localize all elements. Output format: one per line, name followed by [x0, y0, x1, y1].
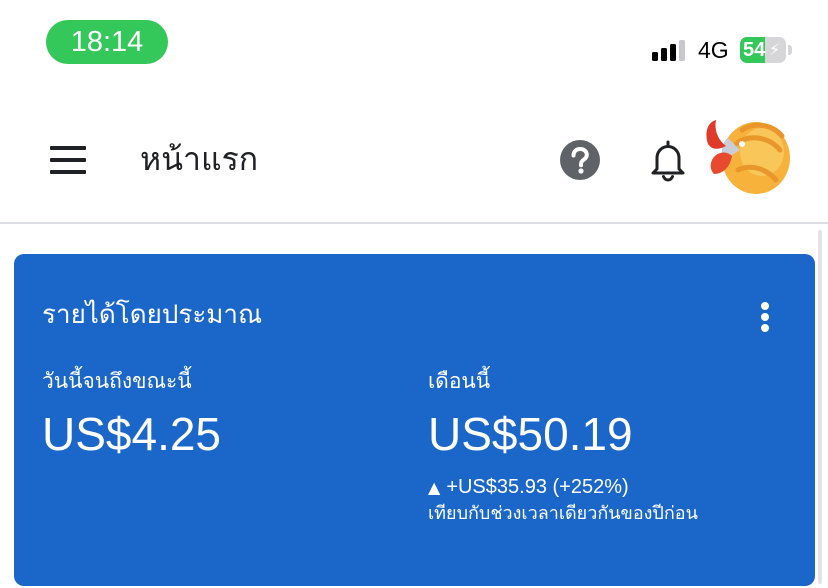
month-change-text: +US$35.93 (+252%): [446, 476, 629, 498]
estimated-earnings-card[interactable]: รายได้โดยประมาณ วันนี้จนถึงขณะนี้ US$4.2…: [14, 254, 815, 586]
battery-level: 54: [743, 39, 766, 61]
more-dot: [761, 324, 769, 332]
more-vertical-icon[interactable]: [750, 298, 780, 334]
battery-indicator: 54 ⚡︎: [740, 37, 792, 63]
menu-line: [50, 146, 86, 150]
card-title: รายได้โดยประมาณ: [42, 300, 263, 330]
hamburger-menu-icon[interactable]: [44, 142, 92, 178]
menu-line: [50, 158, 86, 162]
status-time: 18:14: [46, 20, 168, 64]
today-earnings-value: US$4.25: [42, 408, 222, 460]
triangle-up-icon: ▲: [428, 478, 441, 497]
network-type: 4G: [698, 37, 729, 63]
help-circle-icon[interactable]: [558, 138, 602, 182]
month-change: ▲ +US$35.93 (+252%): [428, 474, 629, 501]
comparison-note: เทียบกับช่วงเวลาเดียวกันของปีก่อน: [428, 503, 698, 524]
status-bar: 18:14 4G 54 ⚡︎: [0, 0, 828, 88]
battery-tip: [788, 45, 792, 55]
more-dot: [761, 313, 769, 321]
month-label: เดือนนี้: [428, 369, 491, 393]
more-dot: [761, 302, 769, 310]
app-screen: 18:14 4G 54 ⚡︎ หน้าแรก รายได้โดยประมาณ ว…: [0, 0, 828, 588]
scrollbar[interactable]: [818, 230, 822, 584]
charging-bolt-icon: ⚡︎: [769, 40, 781, 59]
bell-icon[interactable]: [648, 138, 688, 182]
shrimp-avatar-icon[interactable]: [702, 114, 794, 206]
battery-body: 54 ⚡︎: [740, 37, 786, 63]
cellular-signal-icon: [652, 40, 685, 61]
menu-line: [50, 170, 86, 174]
page-title: หน้าแรก: [140, 140, 259, 178]
today-label: วันนี้จนถึงขณะนี้: [42, 369, 192, 393]
app-bar: หน้าแรก: [0, 100, 828, 224]
month-earnings-value: US$50.19: [428, 408, 633, 460]
